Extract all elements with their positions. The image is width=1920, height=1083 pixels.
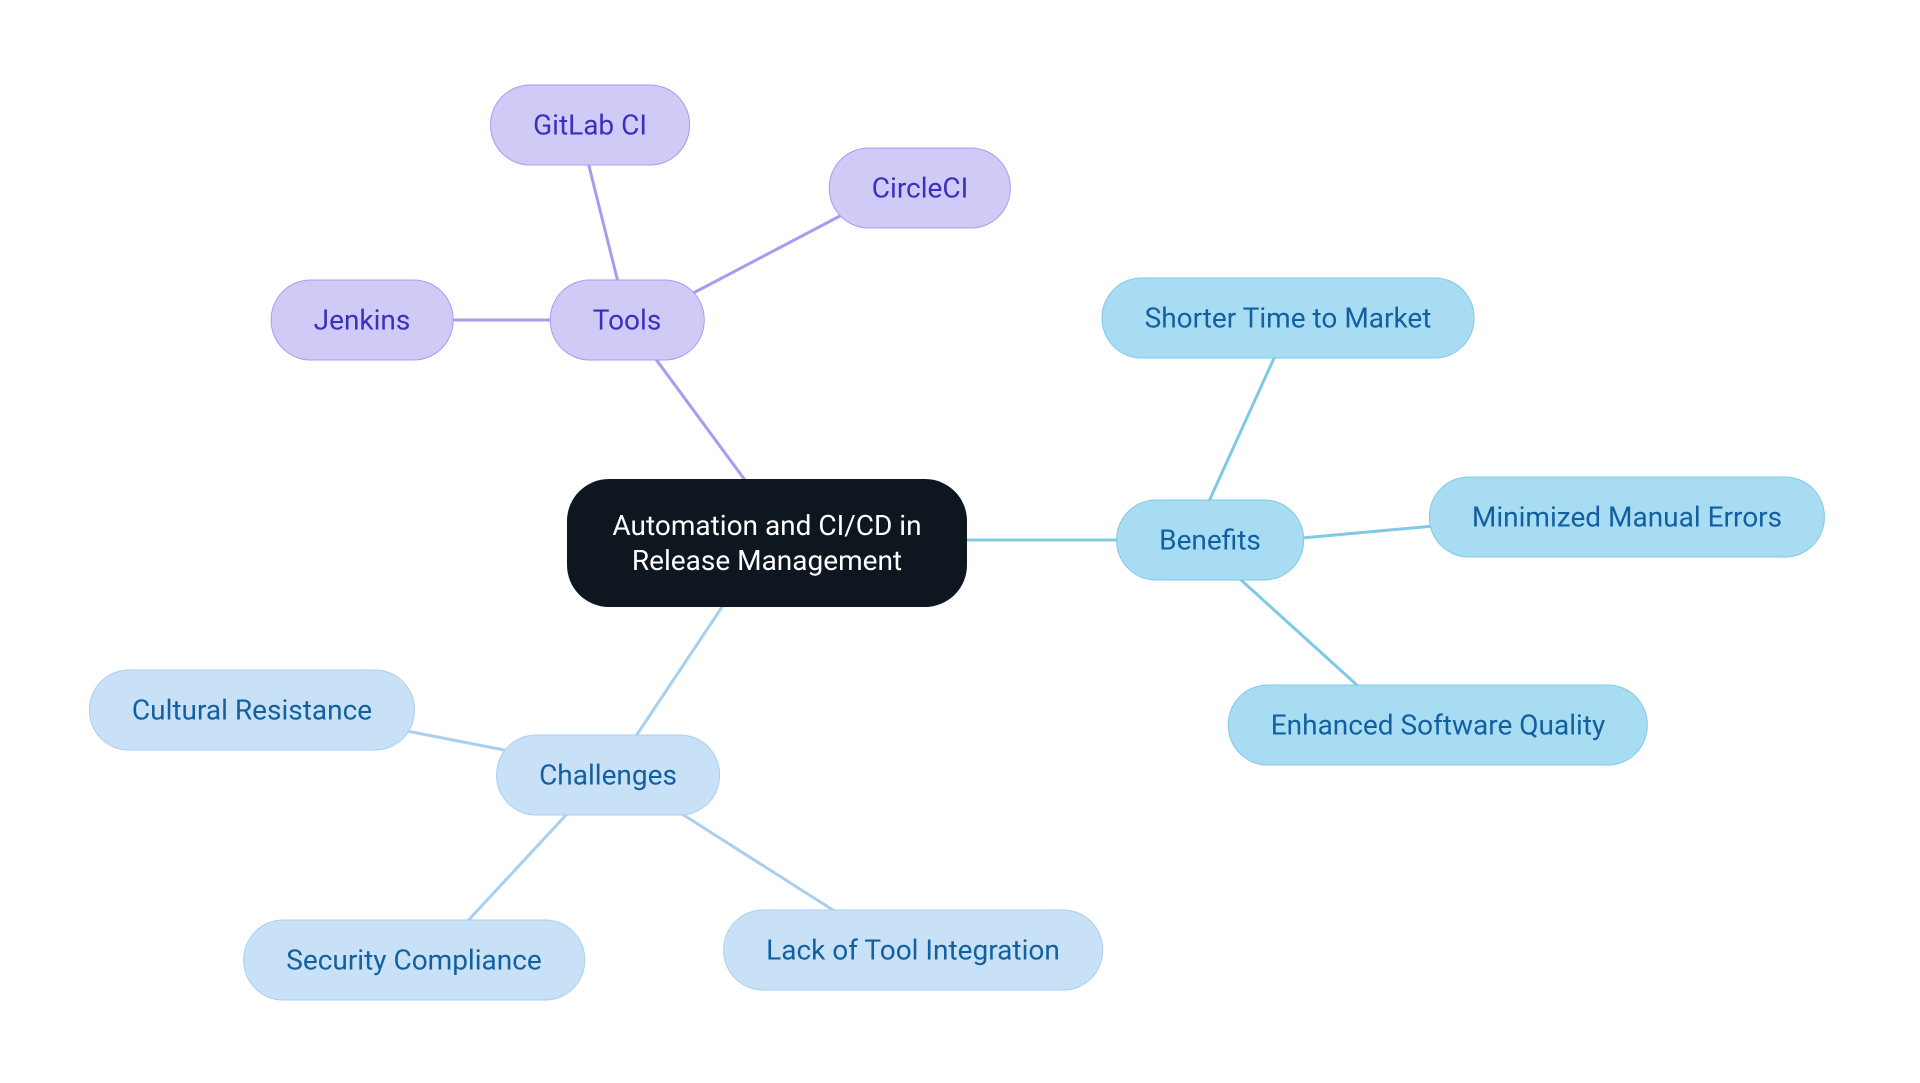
center-node[interactable]: Automation and CI/CD in Release Manageme… (567, 479, 967, 607)
leaf-enhanced-quality[interactable]: Enhanced Software Quality (1228, 685, 1648, 766)
leaf-jenkins[interactable]: Jenkins (271, 280, 454, 361)
leaf-minimized-errors[interactable]: Minimized Manual Errors (1429, 477, 1825, 558)
leaf-lack-tool-integration[interactable]: Lack of Tool Integration (723, 910, 1103, 991)
leaf-shorter-ttm[interactable]: Shorter Time to Market (1102, 278, 1475, 359)
leaf-security-compliance[interactable]: Security Compliance (243, 920, 585, 1001)
branch-tools[interactable]: Tools (550, 280, 705, 361)
mindmap-canvas: Automation and CI/CD in Release Manageme… (0, 0, 1920, 1083)
leaf-gitlab-ci[interactable]: GitLab CI (490, 85, 690, 166)
branch-benefits[interactable]: Benefits (1116, 500, 1304, 581)
leaf-circleci[interactable]: CircleCI (829, 148, 1011, 229)
branch-challenges[interactable]: Challenges (496, 735, 720, 816)
leaf-cultural-resistance[interactable]: Cultural Resistance (89, 670, 415, 751)
